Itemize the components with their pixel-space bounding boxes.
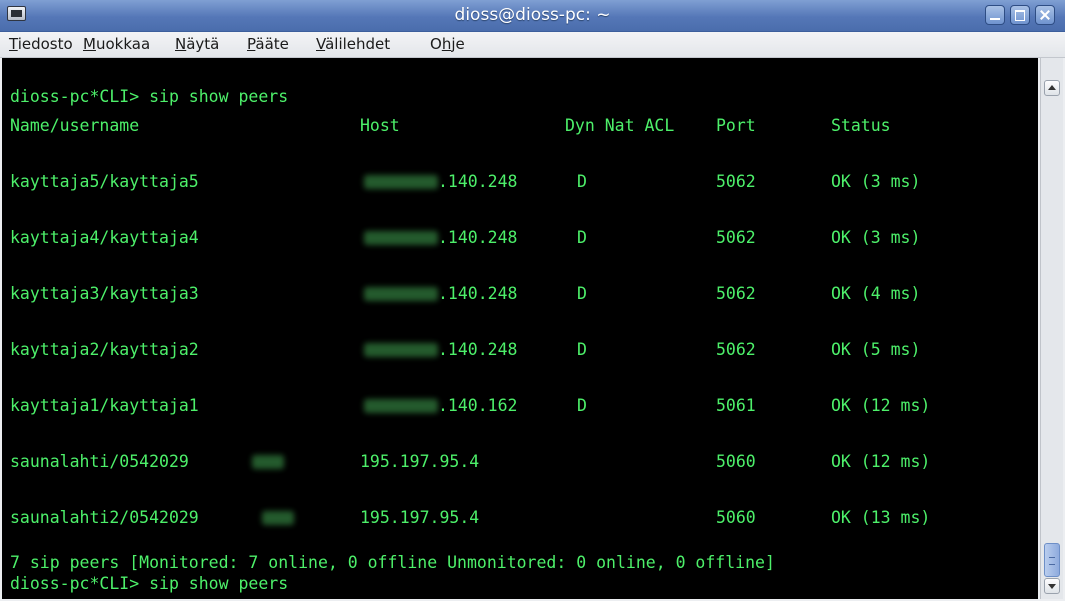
menu-terminal-label: ääte [255,35,289,53]
peer-name: kayttaja2/kayttaja2 [10,340,199,359]
peer-status: OK (13 ms) [831,508,931,527]
vertical-scrollbar[interactable] [1040,58,1063,599]
minimize-button[interactable] [985,5,1005,25]
peer-name: saunalahti2/0542029 [10,508,199,527]
scrollbar-thumb[interactable] [1044,543,1060,577]
peer-dyn: D [577,340,587,359]
peer-status: OK (12 ms) [831,396,931,415]
peer-dyn: D [577,172,587,191]
menu-help-label: je [451,35,465,53]
peer-host: .140.248 [438,172,518,191]
peer-port: 5061 [716,396,756,415]
peer-host: .140.248 [438,228,518,247]
menu-file[interactable]: Tiedosto [9,32,73,57]
peer-name: kayttaja1/kayttaja1 [10,396,199,415]
menu-terminal[interactable]: Pääte [247,32,289,57]
peer-name: kayttaja5/kayttaja5 [10,172,199,191]
menu-view[interactable]: Näytä [175,32,219,57]
header-host: Host [360,116,400,135]
header-flags: Dyn Nat ACL [565,116,675,135]
peer-status: OK (5 ms) [831,340,921,359]
menu-tabs-mnemonic: V [316,35,326,53]
peer-port: 5062 [716,284,756,303]
command-prompt-line: dioss-pc*CLI> sip show peers [10,574,289,593]
maximize-button[interactable] [1010,5,1030,25]
peer-host: .140.162 [438,396,518,415]
menu-view-mnemonic: N [175,35,187,53]
peer-port: 5060 [716,508,756,527]
grip-icon [1049,557,1055,565]
menu-edit[interactable]: Muokkaa [83,32,150,57]
redacted-ip-prefix [364,287,438,301]
summary-line: 7 sip peers [Monitored: 7 online, 0 offl… [10,553,775,572]
peer-host: .140.248 [438,340,518,359]
window-title: dioss@dioss-pc: ~ [454,5,611,25]
header-name: Name/username [10,116,140,135]
peer-status: OK (12 ms) [831,452,931,471]
peer-dyn: D [577,396,587,415]
peer-port: 5060 [716,452,756,471]
menu-help-prefix: O [430,35,442,53]
peer-name: saunalahti/0542029 [10,452,189,471]
peer-name: kayttaja3/kayttaja3 [10,284,199,303]
header-port: Port [716,116,756,135]
close-button[interactable] [1035,5,1055,25]
redacted-ip-prefix [364,399,438,413]
peer-dyn: D [577,228,587,247]
menu-view-label: äytä [186,35,220,53]
peer-port: 5062 [716,228,756,247]
menu-edit-mnemonic: M [83,35,96,53]
redacted-ip-prefix [364,175,438,189]
redacted-username-suffix [262,511,294,525]
redacted-username-suffix [252,455,284,469]
peer-host: 195.197.95.4 [360,452,480,471]
peer-host: 195.197.95.4 [360,508,480,527]
menu-bar: Tiedosto Muokkaa Näytä Pääte Välilehdet … [0,32,1065,58]
terminal-window: dioss@dioss-pc: ~ Tiedosto Muokkaa Näytä… [0,0,1065,601]
redacted-ip-prefix [364,231,438,245]
title-bar[interactable]: dioss@dioss-pc: ~ [0,0,1065,32]
menu-tabs[interactable]: Välilehdet [316,32,390,57]
peer-dyn: D [577,284,587,303]
peer-status: OK (4 ms) [831,284,921,303]
scroll-down-arrow-icon[interactable] [1044,578,1060,594]
redacted-ip-prefix [364,343,438,357]
peer-status: OK (3 ms) [831,228,921,247]
peer-port: 5062 [716,340,756,359]
menu-file-label: iedosto [17,35,73,53]
menu-file-mnemonic: T [9,35,18,53]
menu-edit-label: uokkaa [95,35,151,53]
command-prompt-line: dioss-pc*CLI> sip show peers [10,87,289,106]
peer-host: .140.248 [438,284,518,303]
menu-help-mnemonic: h [441,35,452,53]
peer-name: kayttaja4/kayttaja4 [10,228,199,247]
menu-tabs-label: älilehdet [325,35,391,53]
menu-help[interactable]: Ohje [430,32,465,57]
peer-status: OK (3 ms) [831,172,921,191]
header-status: Status [831,116,891,135]
terminal-output[interactable]: dioss-pc*CLI> sip show peers Name/userna… [2,58,1038,599]
scroll-up-arrow-icon[interactable] [1044,80,1060,96]
peer-port: 5062 [716,172,756,191]
